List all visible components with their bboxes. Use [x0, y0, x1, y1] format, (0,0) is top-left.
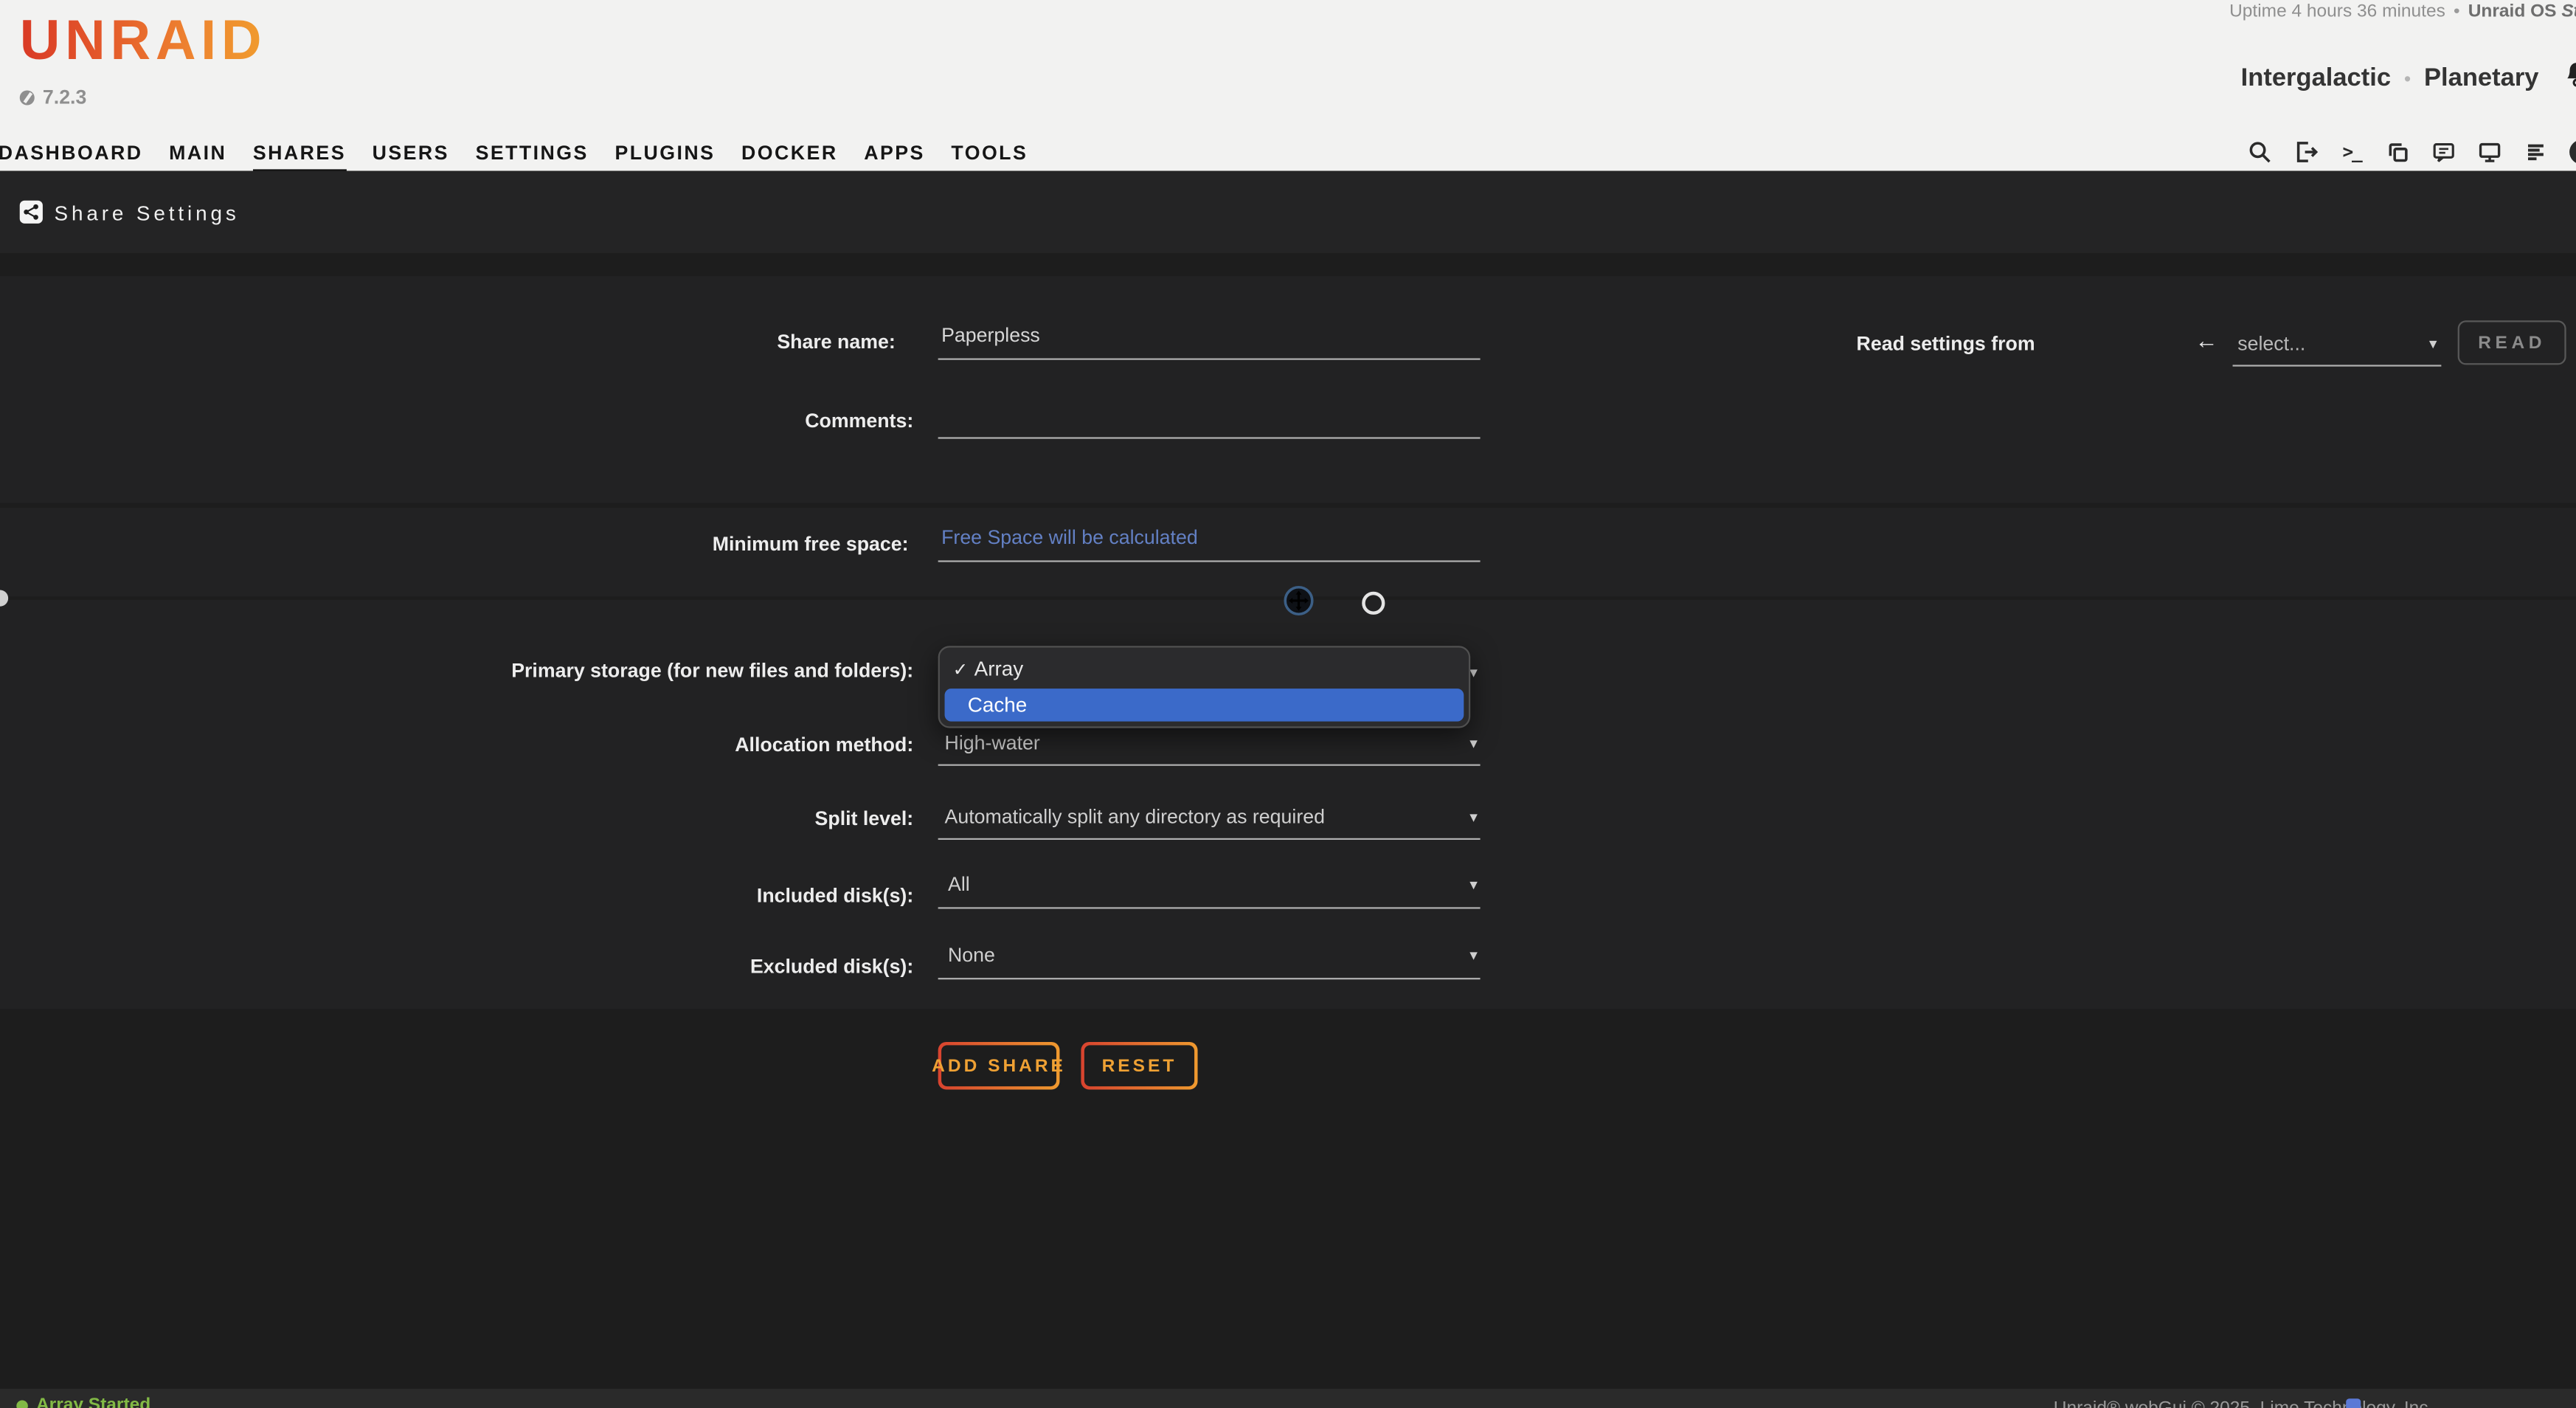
version-dot-icon [20, 89, 35, 104]
theme-toggle-icon[interactable] [2569, 139, 2576, 164]
feedback-icon[interactable] [2431, 139, 2456, 164]
uptime-separator: • [2454, 1, 2460, 21]
server-identity: Intergalactic • Planetary [2241, 61, 2576, 97]
uptime-text: Uptime 4 hours 36 minutes [2229, 1, 2445, 21]
page-title-bar: Share Settings [0, 171, 2576, 253]
copyright-text: Unraid® webGui © 2025, Lime Technology, … [2054, 1398, 2434, 1408]
checkmark-icon: ✓ [953, 658, 974, 680]
nav-item-plugins[interactable]: PLUGINS [614, 142, 715, 175]
nav-item-main[interactable]: MAIN [169, 142, 226, 175]
add-share-button[interactable]: ADD SHARE [938, 1042, 1060, 1090]
footer-link-icon[interactable] [2346, 1398, 2361, 1408]
version-label: 7.2.3 [43, 86, 86, 108]
main-nav: DASHBOARD MAIN SHARES USERS SETTINGS PLU… [0, 142, 1028, 175]
nav-item-settings[interactable]: SETTINGS [476, 142, 589, 175]
nav-item-docker[interactable]: DOCKER [741, 142, 838, 175]
search-icon[interactable] [2248, 139, 2272, 164]
log-icon[interactable] [2524, 139, 2548, 164]
share-name-label: Share name: [403, 331, 896, 353]
share-icon [20, 201, 43, 224]
dropdown-option-cache[interactable]: Cache [945, 689, 1464, 722]
dropdown-option-label: Array [974, 658, 1024, 680]
license-type: Start [2561, 1, 2576, 21]
read-button[interactable]: READ [2458, 320, 2566, 365]
move-cursor-icon [1283, 585, 1314, 624]
unraid-logo[interactable]: UNRAID [20, 10, 267, 74]
version-badge: 7.2.3 [20, 86, 87, 108]
status-dot-icon [16, 1399, 28, 1408]
primary-storage-label: Primary storage (for new files and folde… [256, 659, 913, 682]
min-free-space-label: Minimum free space: [415, 533, 908, 556]
uptime-line: Uptime 4 hours 36 minutes • Unraid OS Star… [2229, 1, 2576, 21]
display-settings-icon[interactable] [2477, 139, 2501, 164]
server-description: Planetary [2424, 64, 2538, 94]
status-footer: Array Started Unraid® webGui © 2025, Lim… [0, 1389, 2576, 1408]
nav-item-tools[interactable]: TOOLS [951, 142, 1028, 175]
read-settings-label: Read settings from [1857, 332, 2021, 355]
notifications-bell-icon[interactable] [2565, 61, 2576, 97]
server-name: Intergalactic [2241, 64, 2391, 94]
included-disks-label: Included disk(s): [420, 884, 913, 907]
os-name: Unraid OS [2468, 1, 2557, 21]
copy-windows-icon[interactable] [2386, 139, 2410, 164]
split-level-label: Split level: [420, 807, 913, 829]
read-settings-underline [2233, 340, 2442, 367]
array-status: Array Started [16, 1395, 150, 1408]
unraid-webgui: UNRAID 7.2.3 Uptime 4 hours 36 minutes•U… [0, 0, 2576, 1408]
share-name-input[interactable] [938, 324, 1481, 360]
nav-item-shares[interactable]: SHARES [253, 142, 346, 175]
server-separator: • [2404, 67, 2411, 90]
primary-storage-dropdown: ✓ Array Cache [938, 646, 1471, 728]
comments-input[interactable] [938, 403, 1481, 439]
nav-item-dashboard[interactable]: DASHBOARD [0, 142, 143, 175]
section-identity: Share name: Read settings from ← select.… [0, 276, 2576, 503]
terminal-icon[interactable]: >_ [2339, 139, 2364, 164]
dropdown-option-label: Cache [968, 694, 1027, 717]
array-status-text: Array Started [36, 1395, 150, 1408]
small-circle-indicator [1362, 592, 1385, 615]
nav-item-users[interactable]: USERS [373, 142, 449, 175]
excluded-disks-label: Excluded disk(s): [420, 955, 913, 978]
arrow-left-icon: ← [2195, 327, 2217, 353]
dropdown-option-array[interactable]: ✓ Array [946, 652, 1462, 686]
share-settings-page: Share Settings Share name: Read settings… [0, 171, 2576, 1389]
section-free-space: Minimum free space: [0, 508, 2576, 596]
reset-button[interactable]: RESET [1081, 1042, 1197, 1090]
utility-icons: >_ [2248, 139, 2576, 164]
comments-label: Comments: [420, 410, 913, 432]
top-header: UNRAID 7.2.3 Uptime 4 hours 36 minutes•U… [0, 0, 2576, 171]
min-free-space-input[interactable] [938, 526, 1481, 562]
allocation-method-label: Allocation method: [420, 733, 913, 756]
logout-icon[interactable] [2293, 139, 2318, 164]
page-title: Share Settings [54, 202, 239, 225]
nav-item-apps[interactable]: APPS [864, 142, 925, 175]
